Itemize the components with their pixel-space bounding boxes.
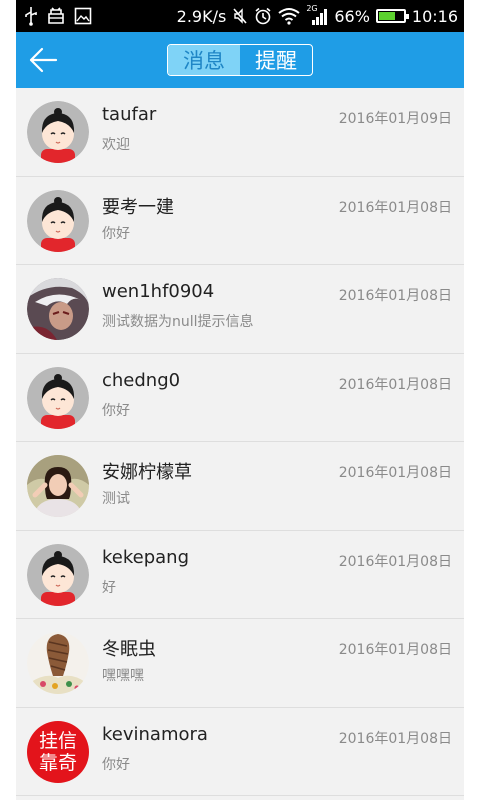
contact-name: taufar xyxy=(102,104,157,125)
list-item[interactable]: 安娜柠檬草 测试 2016年01月08日 xyxy=(16,442,464,531)
image-icon xyxy=(74,7,92,25)
app-screen: 2.9K/s 2G 66% 10:16 消息 提醒 taufar 欢迎 2016… xyxy=(16,0,464,800)
back-button[interactable] xyxy=(28,46,58,74)
network-speed: 2.9K/s xyxy=(176,6,227,26)
usb-icon xyxy=(25,7,37,26)
contact-name: 冬眠虫 xyxy=(102,639,156,660)
contact-name: chedng0 xyxy=(102,369,181,391)
app-bar: 消息 提醒 xyxy=(16,32,464,88)
avatar xyxy=(27,543,89,606)
battery-percent: 66% xyxy=(334,6,370,26)
message-date: 2016年01月08日 xyxy=(338,465,452,481)
contact-name: kekepang xyxy=(102,546,190,568)
list-item[interactable]: 挂信靠奇 kevinamora 你好 2016年01月08日 xyxy=(16,708,464,796)
battery-icon xyxy=(375,9,409,23)
message-date: 2016年01月08日 xyxy=(338,553,452,570)
message-preview: 测试 xyxy=(102,491,130,507)
contact-name: 要考一建 xyxy=(102,196,174,218)
list-item[interactable]: kekepang 好 2016年01月08日 xyxy=(16,531,464,619)
avatar xyxy=(27,278,89,340)
list-item[interactable]: 要考一建 你好 2016年01月08日 xyxy=(16,177,464,265)
status-left-icons xyxy=(24,6,92,26)
list-item[interactable]: taufar 欢迎 2016年01月09日 xyxy=(16,88,464,177)
message-date: 2016年01月08日 xyxy=(338,199,452,216)
alarm-icon xyxy=(255,7,271,25)
status-right: 2.9K/s 2G 66% 10:16 xyxy=(177,0,458,32)
message-preview: 你好 xyxy=(102,756,130,773)
tab-reminders[interactable]: 提醒 xyxy=(240,45,312,75)
avatar-seal-text: 挂信靠奇 xyxy=(38,729,77,774)
message-preview: 嘿嘿嘿 xyxy=(102,668,144,684)
contact-name: wen1hf0904 xyxy=(102,281,215,302)
avatar: 挂信靠奇 xyxy=(27,720,89,783)
message-preview: 好 xyxy=(102,579,116,596)
segmented-tabs: 消息 提醒 xyxy=(167,44,313,76)
signal-icon: 2G xyxy=(306,4,328,26)
list-item[interactable]: wen1hf0904 测试数据为null提示信息 2016年01月08日 xyxy=(16,265,464,354)
message-preview: 测试数据为null提示信息 xyxy=(102,314,254,330)
wifi-icon xyxy=(278,8,300,25)
avatar xyxy=(27,366,89,429)
message-date: 2016年01月08日 xyxy=(338,376,452,393)
tab-messages[interactable]: 消息 xyxy=(168,45,240,75)
back-arrow-icon xyxy=(29,47,58,73)
message-date: 2016年01月09日 xyxy=(338,111,452,127)
message-date: 2016年01月08日 xyxy=(338,730,452,747)
status-bar: 2.9K/s 2G 66% 10:16 xyxy=(16,0,464,32)
message-date: 2016年01月08日 xyxy=(338,642,452,658)
battery-fill xyxy=(378,12,395,20)
avatar xyxy=(27,101,89,163)
avatar xyxy=(27,189,89,252)
message-preview: 你好 xyxy=(102,225,130,242)
android-debug-icon xyxy=(48,7,64,24)
list-item[interactable]: chedng0 你好 2016年01月08日 xyxy=(16,354,464,442)
message-preview: 你好 xyxy=(102,402,130,419)
avatar xyxy=(27,455,89,517)
message-date: 2016年01月08日 xyxy=(338,288,452,304)
message-preview: 欢迎 xyxy=(102,137,130,153)
conversation-list: taufar 欢迎 2016年01月09日 要考一建 你好 2016年01月08… xyxy=(16,88,464,796)
avatar xyxy=(27,632,89,694)
contact-name: 安娜柠檬草 xyxy=(102,462,192,483)
contact-name: kevinamora xyxy=(102,723,208,745)
list-item[interactable]: 冬眠虫 嘿嘿嘿 2016年01月08日 xyxy=(16,619,464,708)
clock: 10:16 xyxy=(411,6,458,26)
mute-icon xyxy=(233,8,247,24)
